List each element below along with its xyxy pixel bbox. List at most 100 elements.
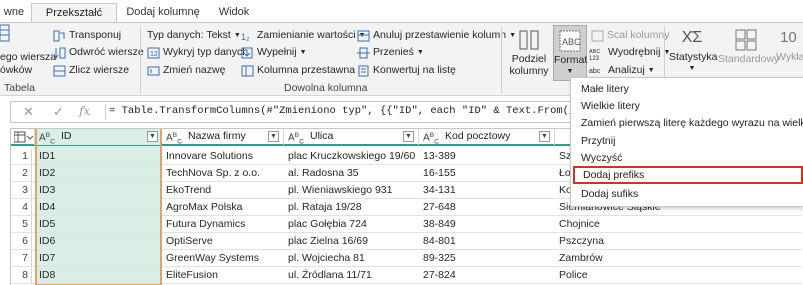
cell-ulica[interactable]: plac Zielna 16/69 (288, 233, 416, 249)
row-number[interactable]: 5 (11, 216, 32, 232)
przenies-button[interactable]: Przenieś ▼ (357, 45, 424, 60)
menu-item-dodaj-prefiks[interactable]: Dodaj prefiks (573, 166, 803, 184)
cell-kod-pocztowy[interactable]: 27-824 (423, 267, 551, 283)
separator (140, 27, 141, 93)
row-number[interactable]: 6 (11, 233, 32, 249)
column-header-kod-pocztowy[interactable]: ABC Kod pocztowy ▼ (419, 129, 555, 145)
tab-widok[interactable]: Widok (211, 3, 257, 22)
cell-extra[interactable]: Chojnice (559, 216, 799, 232)
menu-item-wyczysc[interactable]: Wyczyść (571, 149, 803, 167)
cell-id[interactable]: ID2 (39, 165, 157, 181)
scal-kolumny-button[interactable]: Scal kolumny (591, 28, 669, 43)
cell-nazwa-firmy[interactable]: OptiServe (166, 233, 278, 249)
cell-kod-pocztowy[interactable]: 16-155 (423, 165, 551, 181)
cancel-icon[interactable]: ✕ (23, 104, 34, 120)
function-icon[interactable]: fx (79, 104, 90, 118)
cell-ulica[interactable]: ul. Źródlana 11/71 (288, 267, 416, 283)
cell-id[interactable]: ID6 (39, 233, 157, 249)
statystyka-label: Statystyka (669, 51, 718, 63)
cell-id[interactable]: ID3 (39, 182, 157, 198)
wykladniczy-button[interactable]: 10 Wykła (776, 25, 803, 81)
cell-nazwa-firmy[interactable]: EkoTrend (166, 182, 278, 198)
table-row[interactable]: 6 ID6 OptiServe plac Zielna 16/69 84-801 Pszc… (11, 233, 802, 250)
cell-kod-pocztowy[interactable]: 89-325 (423, 250, 551, 266)
row-number[interactable]: 8 (11, 267, 32, 283)
analizuj-button[interactable]: abc Analizuj ▼ (589, 63, 655, 78)
wyodrebnij-button[interactable]: ABC 123 Wyodrębnij ▼ (589, 45, 670, 61)
odwroc-wiersze-button[interactable]: Odwróć wiersze (53, 45, 144, 60)
cell-ulica[interactable]: pl. Rataja 19/28 (288, 199, 416, 215)
cell-id[interactable]: ID8 (39, 267, 157, 283)
wypelnij-button[interactable]: Wypełnij ▼ (241, 45, 307, 60)
anuluj-przestawienie-button[interactable]: Anuluj przestawienie kolumn ▼ (357, 28, 516, 43)
column-header-nazwa-firmy[interactable]: ABC Nazwa firmy ▼ (162, 129, 284, 145)
table-row[interactable]: 5 ID5 Futura Dynamics plac Gołębia 724 38-84… (11, 216, 802, 233)
menu-item-wielkie-litery[interactable]: Wielkie litery (571, 97, 803, 115)
wykryj-typ-danych-button[interactable]: 12 Wykryj typ danych (147, 45, 248, 60)
cell-ulica[interactable]: pl. Wojciecha 81 (288, 250, 416, 266)
svg-text:abc: abc (589, 68, 601, 75)
cell-extra[interactable]: Police (559, 267, 799, 283)
cell-nazwa-firmy[interactable]: AgroMax Polska (166, 199, 278, 215)
konwertuj-na-liste-button[interactable]: Konwertuj na listę (357, 63, 456, 78)
format-button[interactable]: ABC Format ▼ (553, 25, 587, 81)
zmien-nazwe-button[interactable]: Zmień nazwę (147, 63, 225, 78)
typ-danych-dropdown[interactable]: Typ danych: Tekst ▼ (147, 28, 241, 43)
zamienianie-wartosci-button[interactable]: 1₂ Zamienianie wartości ▼ (241, 28, 366, 43)
zlicz-wiersze-button[interactable]: Zlicz wiersze (53, 63, 129, 78)
table-menu-button[interactable] (11, 129, 35, 145)
table-row[interactable]: 7 ID7 GreenWay Systems pl. Wojciecha 81 89-3… (11, 250, 802, 267)
menu-item-kazdy-wyraz[interactable]: Zamień pierwszą literę każdego wyrazu na… (571, 114, 803, 132)
column-header-id[interactable]: ABC ID ▼ (35, 129, 162, 145)
cell-ulica[interactable]: plac Gołębia 724 (288, 216, 416, 232)
column-header-ulica[interactable]: ABC Ulica ▼ (284, 129, 419, 145)
standardowy-button[interactable]: Standardowy (718, 25, 779, 81)
statystyka-button[interactable]: Χ̄Σ Statystyka ▼ (669, 25, 718, 81)
filter-dropdown-icon[interactable]: ▼ (539, 131, 550, 142)
cell-kod-pocztowy[interactable]: 84-801 (423, 233, 551, 249)
cell-id[interactable]: ID7 (39, 250, 157, 266)
filter-dropdown-icon[interactable]: ▼ (403, 131, 414, 142)
cell-ulica[interactable]: plac Kruczkowskiego 19/60 (288, 148, 416, 164)
cell-id[interactable]: ID1 (39, 148, 157, 164)
kolumna-przestawna-label: Kolumna przestawna (257, 64, 356, 76)
confirm-icon[interactable]: ✓ (53, 104, 64, 120)
row-number[interactable]: 1 (11, 148, 32, 164)
cell-kod-pocztowy[interactable]: 34-131 (423, 182, 551, 198)
cell-nazwa-firmy[interactable]: EliteFusion (166, 267, 278, 283)
cell-id[interactable]: ID4 (39, 199, 157, 215)
tab-narzedzia-glowne[interactable]: wne (0, 3, 28, 22)
tab-przeksztalc[interactable]: Przekształć (31, 3, 117, 22)
cell-extra[interactable]: Zambrów (559, 250, 799, 266)
kolumna-przestawna-button[interactable]: Kolumna przestawna (241, 63, 355, 78)
cell-nazwa-firmy[interactable]: GreenWay Systems (166, 250, 278, 266)
row-number[interactable]: 3 (11, 182, 32, 198)
menu-item-dodaj-sufiks[interactable]: Dodaj sufiks (571, 185, 803, 203)
cell-nazwa-firmy[interactable]: Innovare Solutions (166, 148, 278, 164)
cell-ulica[interactable]: pl. Wieniawskiego 931 (288, 182, 416, 198)
filter-dropdown-icon[interactable]: ▼ (147, 131, 158, 142)
cell-nazwa-firmy[interactable]: Futura Dynamics (166, 216, 278, 232)
menu-item-male-litery[interactable]: Małe litery (571, 80, 803, 98)
formula-text[interactable]: = Table.TransformColumns(#"Zmieniono typ… (109, 105, 645, 117)
cell-kod-pocztowy[interactable]: 38-849 (423, 216, 551, 232)
row-number[interactable]: 2 (11, 165, 32, 181)
cell-nazwa-firmy[interactable]: TechNova Sp. z o.o. (166, 165, 278, 181)
table-row[interactable]: 8 ID8 EliteFusion ul. Źródlana 11/71 27-824 P… (11, 267, 802, 284)
use-headers-label-part[interactable]: ówków (0, 63, 32, 78)
tab-dodaj-kolumne[interactable]: Dodaj kolumnę (122, 3, 204, 22)
row-number[interactable]: 7 (11, 250, 32, 266)
wykryj-typ-label: Wykryj typ danych (163, 46, 249, 58)
cell-id[interactable]: ID5 (39, 216, 157, 232)
row-number[interactable]: 4 (11, 199, 32, 215)
merge-columns-icon (591, 30, 604, 42)
transponuj-button[interactable]: Transponuj (53, 28, 121, 43)
cell-extra[interactable]: Pszczyna (559, 233, 799, 249)
menu-item-przytnij[interactable]: Przytnij (571, 132, 803, 150)
podziel-kolumny-button[interactable]: Podziel kolumny (508, 25, 550, 81)
cell-kod-pocztowy[interactable]: 27-648 (423, 199, 551, 215)
filter-dropdown-icon[interactable]: ▼ (268, 131, 279, 142)
cell-kod-pocztowy[interactable]: 13-389 (423, 148, 551, 164)
cell-ulica[interactable]: al. Radosna 35 (288, 165, 416, 181)
parse-icon: abc (589, 65, 605, 77)
